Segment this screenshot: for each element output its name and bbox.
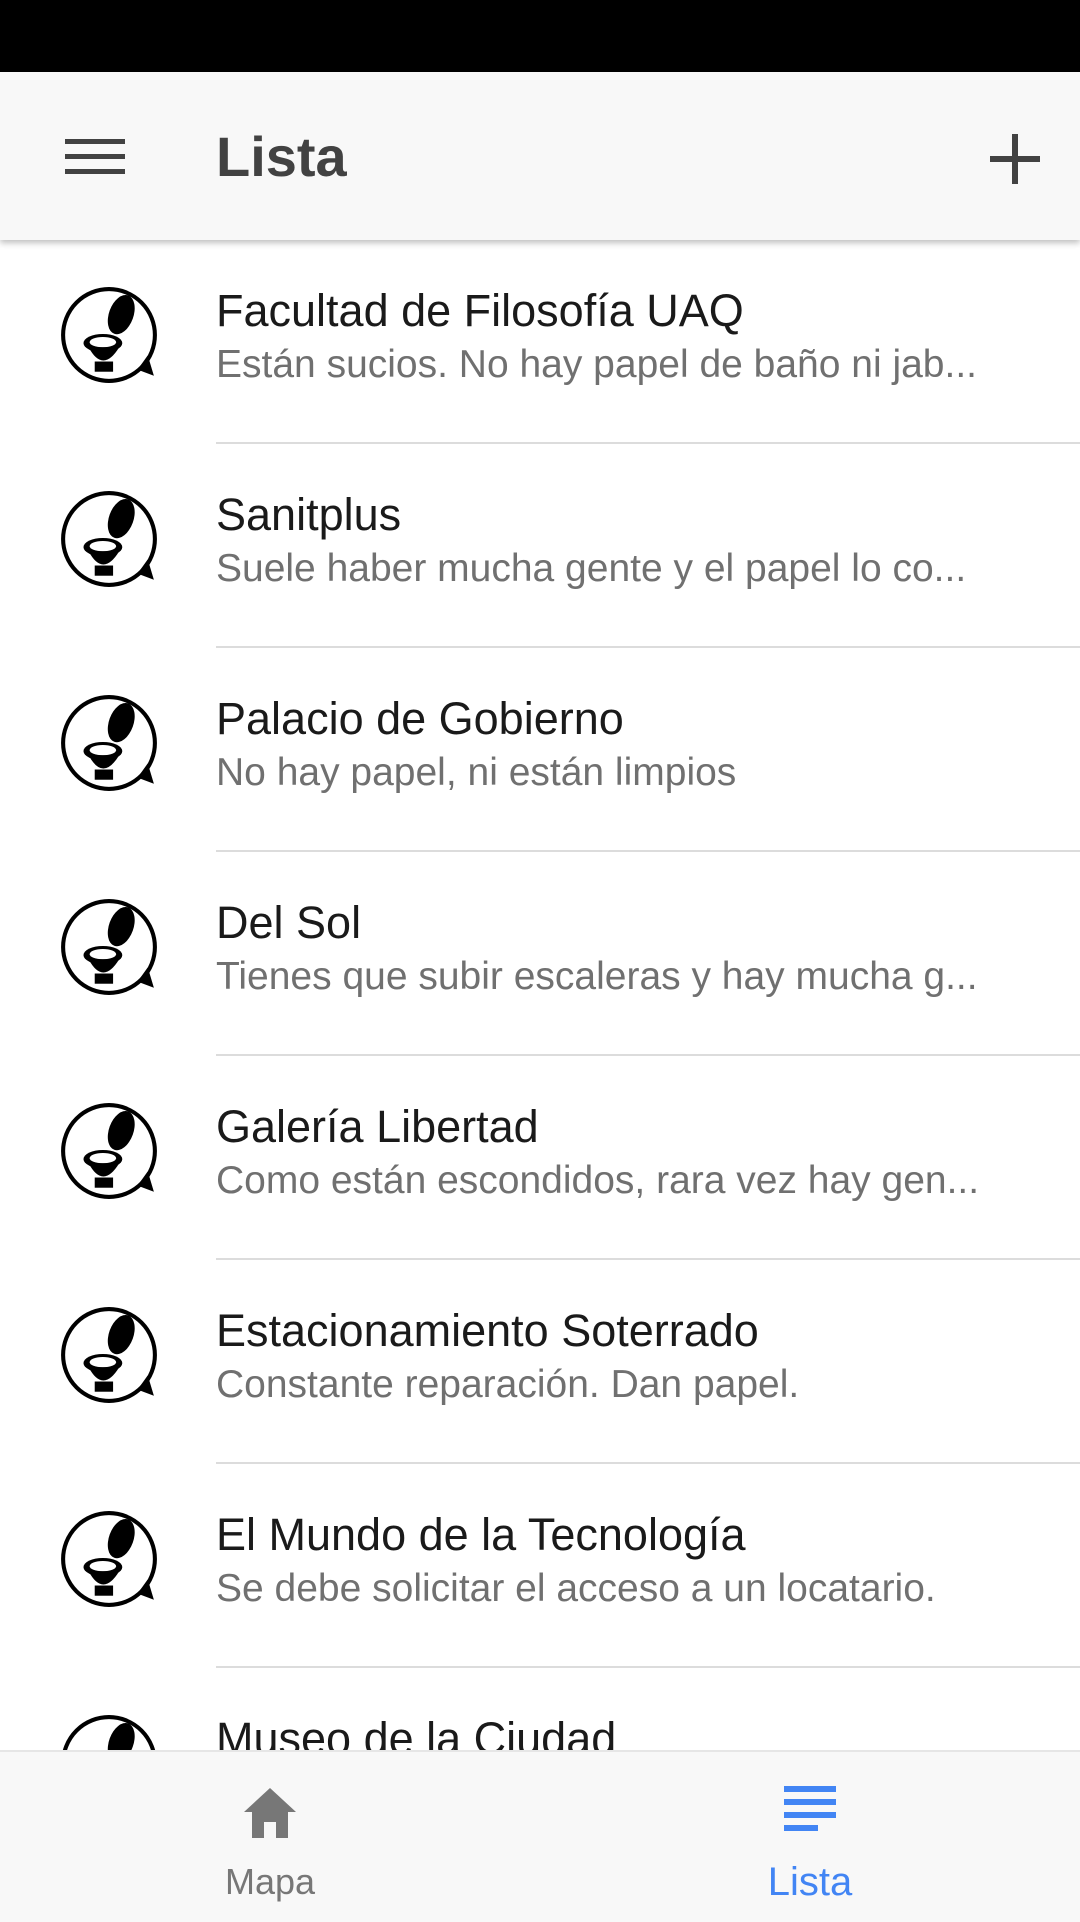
item-subtitle: Tienes que subir escaleras y hay mucha g… (216, 955, 978, 998)
item-subtitle: Constante reparación. Dan papel. (216, 1363, 800, 1406)
item-subtitle: Están sucios. No hay papel de baño ni ja… (216, 343, 977, 386)
item-title: Palacio de Gobierno (216, 693, 624, 744)
list-item[interactable]: Estacionamiento Soterrado Constante repa… (0, 1260, 1080, 1464)
item-title: Museo de la Ciudad (216, 1713, 617, 1750)
tab-label: Mapa (224, 1861, 316, 1902)
toilet-icon (61, 1103, 157, 1199)
item-title: Sanitplus (216, 489, 402, 540)
menu-button[interactable] (40, 122, 150, 192)
places-list[interactable]: Facultad de Filosofía UAQ Están sucios. … (0, 240, 1080, 1750)
toilet-icon (62, 1715, 156, 1750)
item-title: Galería Libertad (216, 1101, 539, 1152)
tab-lista[interactable]: Lista (540, 1752, 1080, 1922)
list-icon (784, 1786, 836, 1831)
app-bar: Lista (0, 72, 1080, 240)
bottom-navigation: Mapa Lista (0, 1750, 1080, 1922)
list-item[interactable]: El Mundo de la Tecnología Se debe solici… (0, 1464, 1080, 1668)
toilet-icon (61, 287, 157, 383)
toilet-icon (61, 1511, 157, 1607)
plus-icon (990, 134, 1040, 184)
list-item[interactable]: Sanitplus Suele haber mucha gente y el p… (0, 444, 1080, 648)
item-subtitle: Suele haber mucha gente y el papel lo co… (216, 547, 967, 590)
menu-icon (65, 139, 125, 174)
page-title: Lista (216, 125, 347, 188)
toilet-icon (61, 695, 157, 791)
item-subtitle: No hay papel, ni están limpios (216, 751, 737, 794)
item-title: Facultad de Filosofía UAQ (216, 285, 744, 336)
list-item[interactable]: Palacio de Gobierno No hay papel, ni est… (0, 648, 1080, 852)
item-subtitle: Como están escondidos, rara vez hay gen.… (216, 1159, 980, 1202)
home-icon (244, 1788, 296, 1838)
item-subtitle: Se debe solicitar el acceso a un locatar… (216, 1567, 936, 1610)
tab-label: Lista (767, 1860, 853, 1904)
list-item[interactable]: Facultad de Filosofía UAQ Están sucios. … (0, 240, 1080, 444)
toilet-icon (61, 1307, 157, 1403)
item-title: El Mundo de la Tecnología (216, 1509, 746, 1560)
add-button[interactable] (970, 114, 1060, 204)
list-item[interactable]: Museo de la Ciudad (0, 1668, 1080, 1750)
item-title: Del Sol (216, 897, 362, 948)
item-title: Estacionamiento Soterrado (216, 1305, 759, 1356)
toilet-icon (61, 491, 157, 587)
status-bar (0, 0, 1080, 72)
list-item[interactable]: Galería Libertad Como están escondidos, … (0, 1056, 1080, 1260)
list-item[interactable]: Del Sol Tienes que subir escaleras y hay… (0, 852, 1080, 1056)
tab-mapa[interactable]: Mapa (0, 1752, 540, 1922)
toilet-icon (61, 899, 157, 995)
